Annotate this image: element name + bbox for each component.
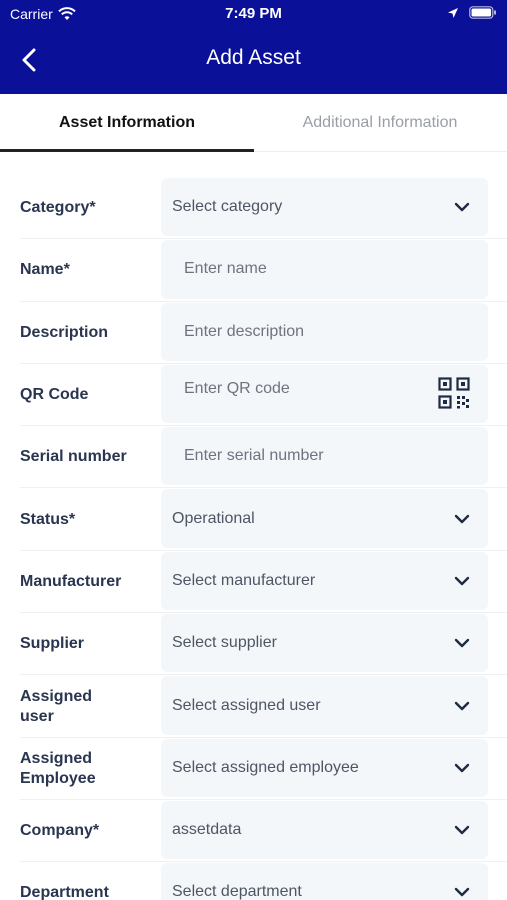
battery-icon [469, 6, 496, 19]
assigned-employee-value: Select assigned employee [172, 758, 359, 776]
form-row-description: Description Enter description [0, 302, 507, 364]
manufacturer-select[interactable]: Select manufacturer [161, 551, 488, 611]
chevron-down-icon [454, 888, 470, 897]
manufacturer-value: Select manufacturer [172, 571, 316, 589]
form-row-qr-code: QR Code Enter QR code [0, 364, 507, 427]
assigned-user-value: Select assigned user [172, 696, 321, 714]
assigned-employee-label: Assigned Employee [20, 749, 96, 787]
description-placeholder: Enter description [184, 322, 305, 340]
form-row-manufacturer: Manufacturer Select manufacturer [0, 551, 507, 614]
department-value: Select department [172, 883, 302, 900]
company-value: assetdata [172, 821, 242, 839]
location-arrow-icon [448, 7, 458, 18]
name-label: Name* [20, 261, 70, 279]
chevron-down-icon [454, 514, 470, 523]
form-row-supplier: Supplier Select supplier [0, 613, 507, 676]
description-label: Description [20, 323, 109, 341]
form-row-category: Category* Select category [0, 177, 507, 240]
status-value: Operational [172, 509, 255, 527]
chevron-down-icon [454, 701, 470, 710]
assigned-user-label: Assigned user [20, 687, 93, 725]
tab-asset-information[interactable]: Asset Information [0, 94, 254, 152]
company-select[interactable]: assetdata [161, 800, 488, 860]
asset-form: Category* Select category Name* Enter na… [0, 177, 507, 900]
assigned-user-select[interactable]: Select assigned user [161, 676, 488, 735]
name-placeholder: Enter name [184, 260, 267, 278]
company-label: Company* [20, 822, 100, 840]
manufacturer-label: Manufacturer [20, 572, 122, 590]
name-field[interactable]: Enter name [161, 240, 488, 299]
page-title: Add Asset [206, 46, 301, 69]
form-row-status: Status* Operational [0, 488, 507, 551]
form-row-company: Company* assetdata [0, 800, 507, 863]
status-time: 7:49 PM [225, 5, 282, 22]
form-row-assigned-user: Assigned user Select assigned user [0, 675, 507, 738]
assigned-employee-select[interactable]: Select assigned employee [161, 738, 488, 797]
description-field[interactable]: Enter description [161, 302, 488, 361]
tab-additional-information[interactable]: Additional Information [253, 94, 507, 152]
qr-code-field[interactable]: Enter QR code [161, 364, 488, 424]
app-header: Carrier 7:49 PM Add Asset [0, 0, 507, 94]
status-bar: Carrier 7:49 PM [0, 0, 507, 28]
tab-bar: Asset Information Additional Information [0, 94, 507, 152]
chevron-down-icon [454, 825, 470, 835]
chevron-down-icon [454, 576, 470, 586]
chevron-down-icon [454, 639, 470, 648]
department-select[interactable]: Select department [161, 863, 488, 900]
serial-number-field[interactable]: Enter serial number [161, 427, 488, 486]
qr-scan-icon[interactable] [438, 377, 470, 409]
qr-code-label: QR Code [20, 386, 89, 404]
supplier-value: Select supplier [172, 634, 277, 652]
category-label: Category* [20, 199, 96, 217]
category-value: Select category [172, 198, 283, 216]
serial-number-label: Serial number [20, 448, 127, 466]
form-row-serial-number: Serial number Enter serial number [0, 426, 507, 489]
supplier-select[interactable]: Select supplier [161, 614, 488, 673]
active-tab-indicator [0, 149, 254, 152]
status-label: Status* [20, 510, 76, 528]
status-select[interactable]: Operational [161, 489, 488, 548]
supplier-label: Supplier [20, 635, 85, 653]
status-right [447, 6, 497, 19]
form-row-assigned-employee: Assigned Employee Select assigned employ… [0, 738, 507, 800]
form-row-name: Name* Enter name [0, 239, 507, 302]
chevron-down-icon [454, 202, 470, 212]
qr-code-placeholder: Enter QR code [184, 379, 290, 397]
serial-number-placeholder: Enter serial number [184, 447, 324, 465]
category-select[interactable]: Select category [161, 178, 488, 237]
form-row-department: Department Select department [0, 862, 507, 900]
chevron-down-icon [454, 763, 470, 773]
department-label: Department [20, 884, 109, 900]
